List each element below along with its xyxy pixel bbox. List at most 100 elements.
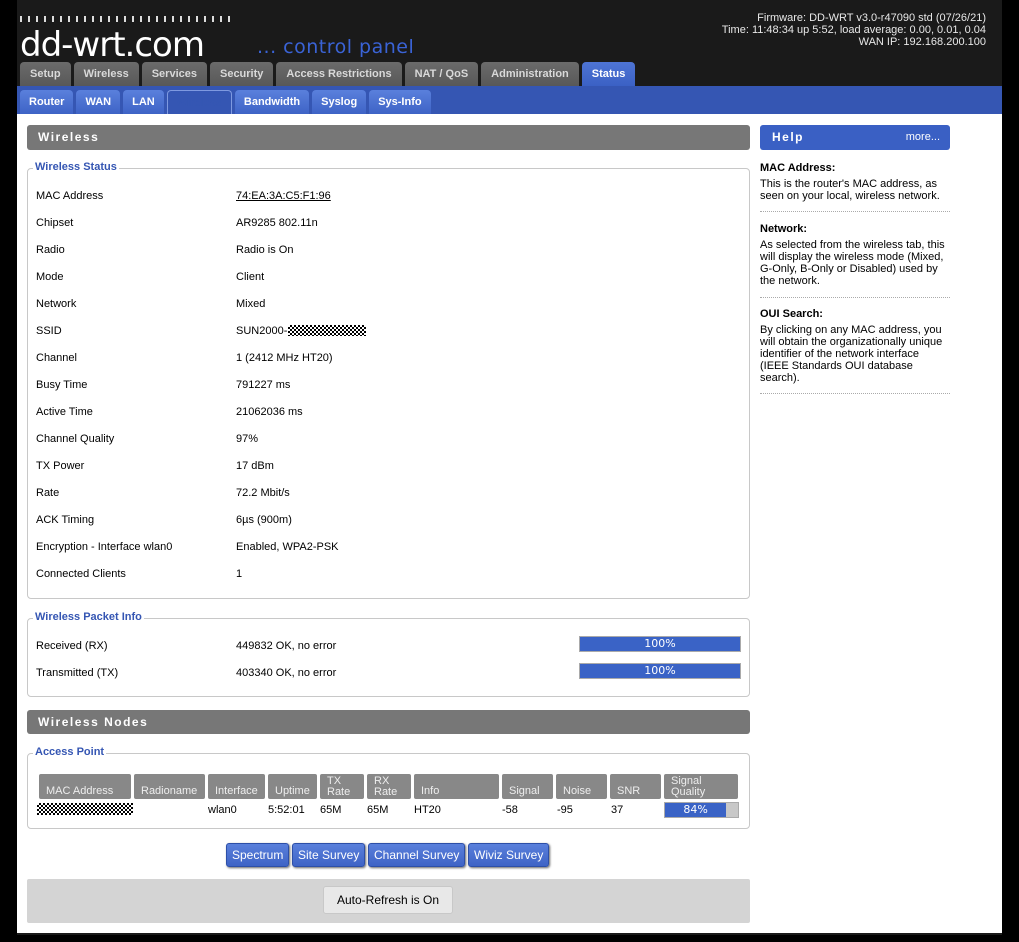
status-value: 791227 ms xyxy=(236,379,291,391)
control-panel-tagline: ... control panel xyxy=(257,36,415,58)
packet-value: 403340 OK, no error xyxy=(236,667,337,679)
channel-survey-button[interactable]: Channel Survey xyxy=(368,843,466,867)
status-value: 72.2 Mbit/s xyxy=(236,487,290,499)
status-value: 6µs (900m) xyxy=(236,514,292,526)
col-snr: SNR xyxy=(610,774,661,799)
tab-wireless[interactable]: Wireless xyxy=(73,62,139,86)
status-value: 1 (2412 MHz HT20) xyxy=(236,352,333,364)
col-uptime: Uptime xyxy=(268,774,317,799)
tab-security[interactable]: Security xyxy=(209,62,274,86)
status-value: AR9285 802.11n xyxy=(236,217,318,229)
system-info: Firmware: DD-WRT v3.0-r47090 std (07/26/… xyxy=(722,12,986,48)
status-label: Active Time xyxy=(36,406,93,418)
subtab-sys-info[interactable]: Sys-Info xyxy=(369,90,431,114)
status-label: Busy Time xyxy=(36,379,88,391)
status-value: Radio is On xyxy=(236,244,294,256)
subtab-syslog[interactable]: Syslog xyxy=(312,90,367,114)
packet-label: Received (RX) xyxy=(36,640,108,652)
status-value[interactable]: 74:EA:3A:C5:F1:96 xyxy=(236,190,331,202)
status-value: 1 xyxy=(236,568,243,580)
tab-setup[interactable]: Setup xyxy=(20,62,71,86)
tab-nat-qos[interactable]: NAT / QoS xyxy=(404,62,479,86)
col-signal: Signal xyxy=(502,774,553,799)
status-value: 97% xyxy=(236,433,259,445)
subtab-lan[interactable]: LAN xyxy=(123,90,164,114)
rx-progress-fill: 100% xyxy=(580,637,740,651)
help-item-text: By clicking on any MAC address, you will… xyxy=(760,324,943,384)
node-rx-rate: 65M xyxy=(367,804,389,816)
section-title-wireless: Wireless xyxy=(27,125,750,150)
rx-progress-bar: 100% xyxy=(579,636,741,652)
status-value: SUN2000- xyxy=(236,325,288,337)
col-tx-rate: TX Rate xyxy=(320,774,364,799)
node-tx-rate: 65M xyxy=(320,804,342,816)
node-mac-redacted[interactable] xyxy=(37,803,133,816)
subtab-wan[interactable]: WAN xyxy=(76,90,121,114)
status-label: Connected Clients xyxy=(36,568,126,580)
status-label: Radio xyxy=(36,244,65,256)
tab-status[interactable]: Status xyxy=(581,62,636,87)
packet-info-legend: Wireless Packet Info xyxy=(33,611,144,623)
packet-label: Transmitted (TX) xyxy=(36,667,119,679)
ssid-redacted xyxy=(288,325,366,336)
help-title: Help xyxy=(772,130,805,144)
node-signal: -58 xyxy=(502,804,518,816)
status-label: Chipset xyxy=(36,217,74,229)
access-point-legend: Access Point xyxy=(33,746,107,758)
status-value: Enabled, WPA2-PSK xyxy=(236,541,339,553)
status-label: Rate xyxy=(36,487,60,499)
col-interface: Interface xyxy=(208,774,265,799)
help-item-mac: MAC Address: This is the router's MAC ad… xyxy=(760,162,950,212)
status-label: Network xyxy=(36,298,77,310)
status-value: Mixed xyxy=(236,298,266,310)
col-radioname: Radioname xyxy=(134,774,205,799)
status-label: Mode xyxy=(36,271,64,283)
node-info: HT20 xyxy=(414,804,441,816)
dd-wrt-logo: dd-wrt.com xyxy=(20,16,230,60)
col-signal-quality: Signal Quality xyxy=(664,774,738,799)
firmware-text: Firmware: DD-WRT v3.0-r47090 std (07/26/… xyxy=(757,12,986,24)
tx-progress-bar: 100% xyxy=(579,663,741,679)
spectrum-button[interactable]: Spectrum xyxy=(226,843,290,867)
col-info: Info xyxy=(414,774,499,799)
tab-services[interactable]: Services xyxy=(141,62,207,86)
col-mac-address: MAC Address xyxy=(39,774,131,799)
node-noise: -95 xyxy=(557,804,573,816)
col-noise: Noise xyxy=(556,774,607,799)
status-label: Channel xyxy=(36,352,77,364)
help-item-network: Network: As selected from the wireless t… xyxy=(760,223,950,298)
status-label: Channel Quality xyxy=(36,433,115,445)
subtab-router[interactable]: Router xyxy=(20,90,74,114)
subtab-wireless[interactable]: Wireless xyxy=(166,90,232,114)
signal-quality-fill: 84% xyxy=(665,803,727,817)
main-tabs: Setup Wireless Services Security Access … xyxy=(20,62,636,87)
status-value: Client xyxy=(236,271,265,283)
status-value: 21062036 ms xyxy=(236,406,303,418)
svg-text:dd-wrt.com: dd-wrt.com xyxy=(20,25,204,60)
status-value: 17 dBm xyxy=(236,460,274,472)
wiviz-survey-button[interactable]: Wiviz Survey xyxy=(468,843,550,867)
tx-progress-fill: 100% xyxy=(580,664,740,678)
node-snr: 37 xyxy=(611,804,624,816)
help-item-text: This is the router's MAC address, as see… xyxy=(760,178,940,202)
wan-ip-text: WAN IP: 192.168.200.100 xyxy=(858,36,986,48)
help-item-oui: OUI Search: By clicking on any MAC addre… xyxy=(760,308,950,394)
sub-tabs: Router WAN LAN Wireless Bandwidth Syslog… xyxy=(20,90,431,114)
help-item-title: MAC Address: xyxy=(760,162,836,174)
status-label: SSID xyxy=(36,325,62,337)
help-header: Help more... xyxy=(760,125,950,150)
auto-refresh-button[interactable]: Auto-Refresh is On xyxy=(323,886,453,914)
status-label: MAC Address xyxy=(36,190,104,202)
packet-value: 449832 OK, no error xyxy=(236,640,337,652)
site-survey-button[interactable]: Site Survey xyxy=(292,843,366,867)
tab-access-restrictions[interactable]: Access Restrictions xyxy=(276,62,402,86)
subtab-bandwidth[interactable]: Bandwidth xyxy=(234,90,310,114)
status-label: Encryption - Interface wlan0 xyxy=(36,541,173,553)
node-interface: wlan0 xyxy=(208,804,237,816)
wireless-status-legend: Wireless Status xyxy=(33,161,119,173)
help-item-title: OUI Search: xyxy=(760,308,823,320)
help-more-link[interactable]: more... xyxy=(906,125,940,150)
time-text: Time: 11:48:34 up 5:52, load average: 0.… xyxy=(721,24,986,36)
tab-administration[interactable]: Administration xyxy=(481,62,579,86)
col-rx-rate: RX Rate xyxy=(367,774,411,799)
